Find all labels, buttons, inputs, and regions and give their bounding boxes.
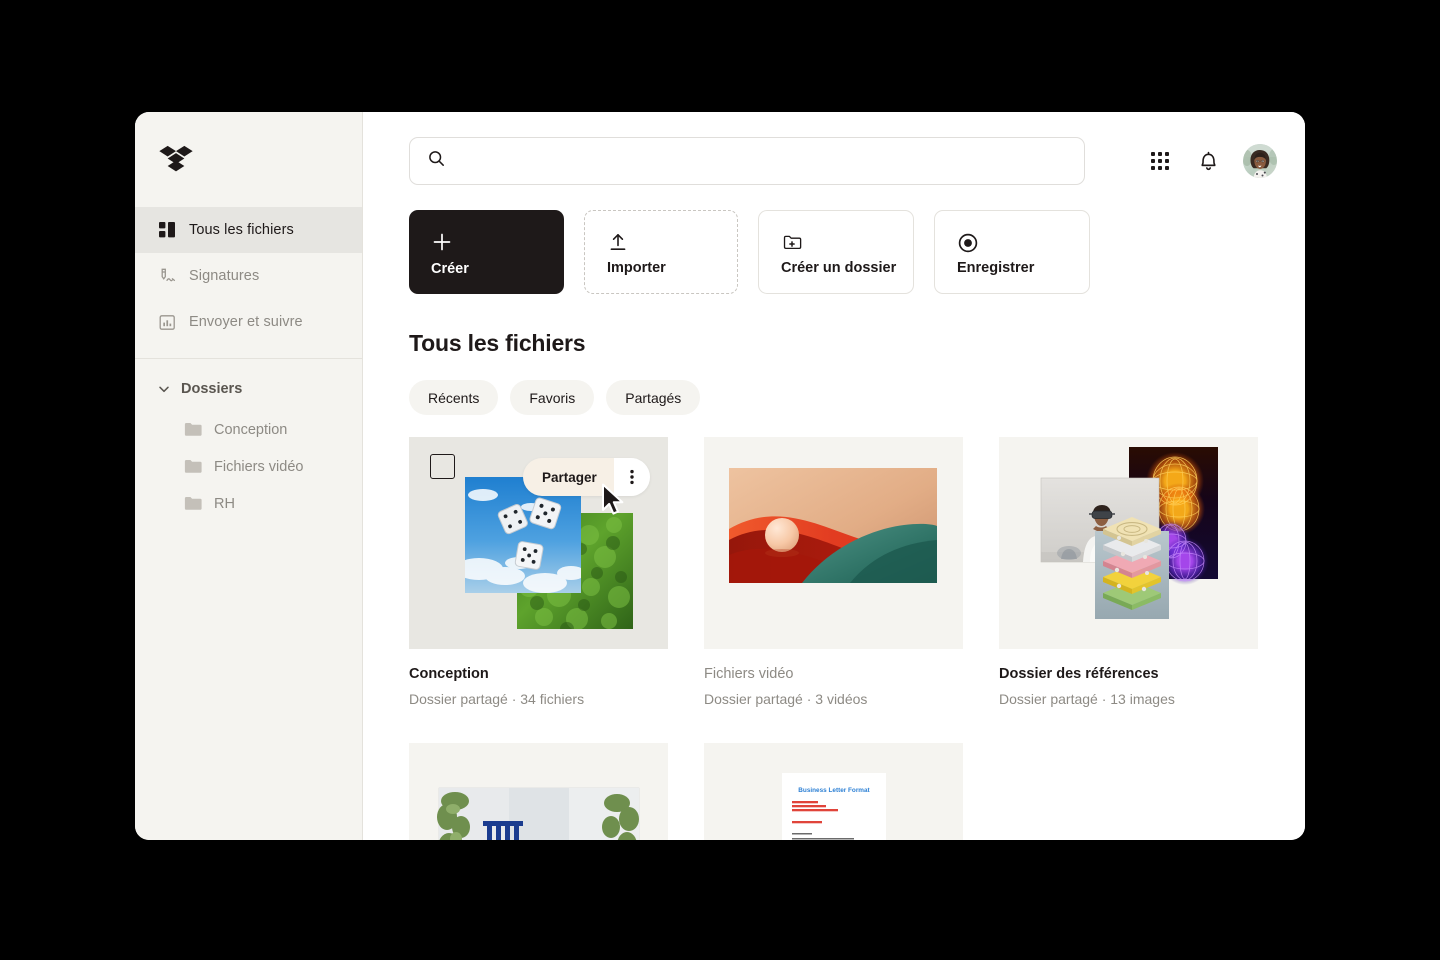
- folder-plus-icon: [781, 232, 803, 254]
- create-button-label: Créer: [431, 261, 469, 277]
- all-files-icon: [159, 222, 176, 239]
- file-card[interactable]: Business Letter Format: [704, 743, 963, 840]
- file-card[interactable]: Partager Conception Dossier: [409, 437, 668, 707]
- sidebar-item-send-and-track[interactable]: Envoyer et suivre: [135, 299, 362, 345]
- chip-favoris[interactable]: Favoris: [510, 380, 594, 415]
- sidebar: Tous les fichiers Signatures: [135, 112, 363, 840]
- topbar-actions: [1107, 144, 1277, 178]
- card-thumbnail[interactable]: Partager: [409, 437, 668, 649]
- card-title: Fichiers vidéo: [704, 666, 963, 682]
- card-title: Conception: [409, 666, 668, 682]
- file-card[interactable]: [409, 743, 668, 840]
- card-thumbnail[interactable]: [704, 437, 963, 649]
- share-pill: Partager: [523, 458, 650, 496]
- folder-icon: [184, 459, 202, 474]
- sidebar-section-title: Dossiers: [181, 381, 242, 397]
- sidebar-section-folders[interactable]: Dossiers: [135, 367, 362, 411]
- folder-label: Conception: [214, 422, 287, 438]
- send-track-chart-icon: [159, 314, 176, 331]
- card-thumbnail[interactable]: [999, 437, 1258, 649]
- sidebar-folder-conception[interactable]: Conception: [135, 411, 362, 448]
- sidebar-item-label: Signatures: [189, 268, 259, 284]
- record-icon: [957, 232, 979, 254]
- import-button[interactable]: Importer: [584, 210, 738, 294]
- topbar: [363, 112, 1305, 185]
- card-subtitle: Dossier partagé · 13 images: [999, 691, 1258, 707]
- upload-icon: [607, 232, 629, 254]
- share-button[interactable]: Partager: [523, 458, 614, 496]
- avatar[interactable]: [1243, 144, 1277, 178]
- card-thumbnail[interactable]: Business Letter Format: [704, 743, 963, 840]
- record-button[interactable]: Enregistrer: [934, 210, 1090, 294]
- more-vertical-icon[interactable]: [614, 458, 650, 496]
- card-subtitle: Dossier partagé · 3 vidéos: [704, 691, 963, 707]
- record-button-label: Enregistrer: [957, 260, 1034, 276]
- dropbox-window: Tous les fichiers Signatures: [135, 112, 1305, 840]
- bell-icon[interactable]: [1195, 148, 1221, 174]
- card-subtitle: Dossier partagé · 34 fichiers: [409, 691, 668, 707]
- search-box[interactable]: [409, 137, 1085, 185]
- action-buttons: Créer Importer: [363, 185, 1305, 294]
- dropbox-logo-icon[interactable]: [159, 145, 193, 175]
- chip-partages[interactable]: Partagés: [606, 380, 700, 415]
- search-icon: [428, 150, 445, 172]
- sidebar-folder-rh[interactable]: RH: [135, 485, 362, 522]
- apps-grid-icon[interactable]: [1147, 148, 1173, 174]
- document-heading: Business Letter Format: [798, 787, 870, 794]
- folder-label: RH: [214, 496, 235, 512]
- folder-icon: [184, 422, 202, 437]
- file-card[interactable]: Fichiers vidéo Dossier partagé · 3 vidéo…: [704, 437, 963, 707]
- filter-chips: Récents Favoris Partagés: [363, 357, 1305, 415]
- sidebar-item-signatures[interactable]: Signatures: [135, 253, 362, 299]
- file-card[interactable]: Dossier des références Dossier partagé ·…: [999, 437, 1258, 707]
- page-title: Tous les fichiers: [363, 294, 1305, 357]
- sidebar-folder-fichiers-video[interactable]: Fichiers vidéo: [135, 448, 362, 485]
- chevron-down-icon: [157, 382, 171, 396]
- plus-icon: [431, 231, 453, 253]
- sidebar-item-label: Envoyer et suivre: [189, 314, 303, 330]
- card-thumbnail[interactable]: [409, 743, 668, 840]
- card-select-checkbox[interactable]: [430, 454, 455, 479]
- signature-pen-icon: [159, 268, 176, 285]
- create-folder-button[interactable]: Créer un dossier: [758, 210, 914, 294]
- card-title: Dossier des références: [999, 666, 1258, 682]
- main-content: Créer Importer: [363, 112, 1305, 840]
- chip-recents[interactable]: Récents: [409, 380, 498, 415]
- folder-label: Fichiers vidéo: [214, 459, 303, 475]
- search-input[interactable]: [457, 153, 1047, 169]
- files-grid: Partager Conception Dossier: [363, 415, 1305, 840]
- create-folder-button-label: Créer un dossier: [781, 260, 896, 276]
- folder-icon: [184, 496, 202, 511]
- logo-area: [135, 112, 362, 207]
- sidebar-item-all-files[interactable]: Tous les fichiers: [135, 207, 362, 253]
- sidebar-divider: [135, 358, 362, 359]
- import-button-label: Importer: [607, 260, 666, 276]
- create-button[interactable]: Créer: [409, 210, 564, 294]
- sidebar-item-label: Tous les fichiers: [189, 222, 294, 238]
